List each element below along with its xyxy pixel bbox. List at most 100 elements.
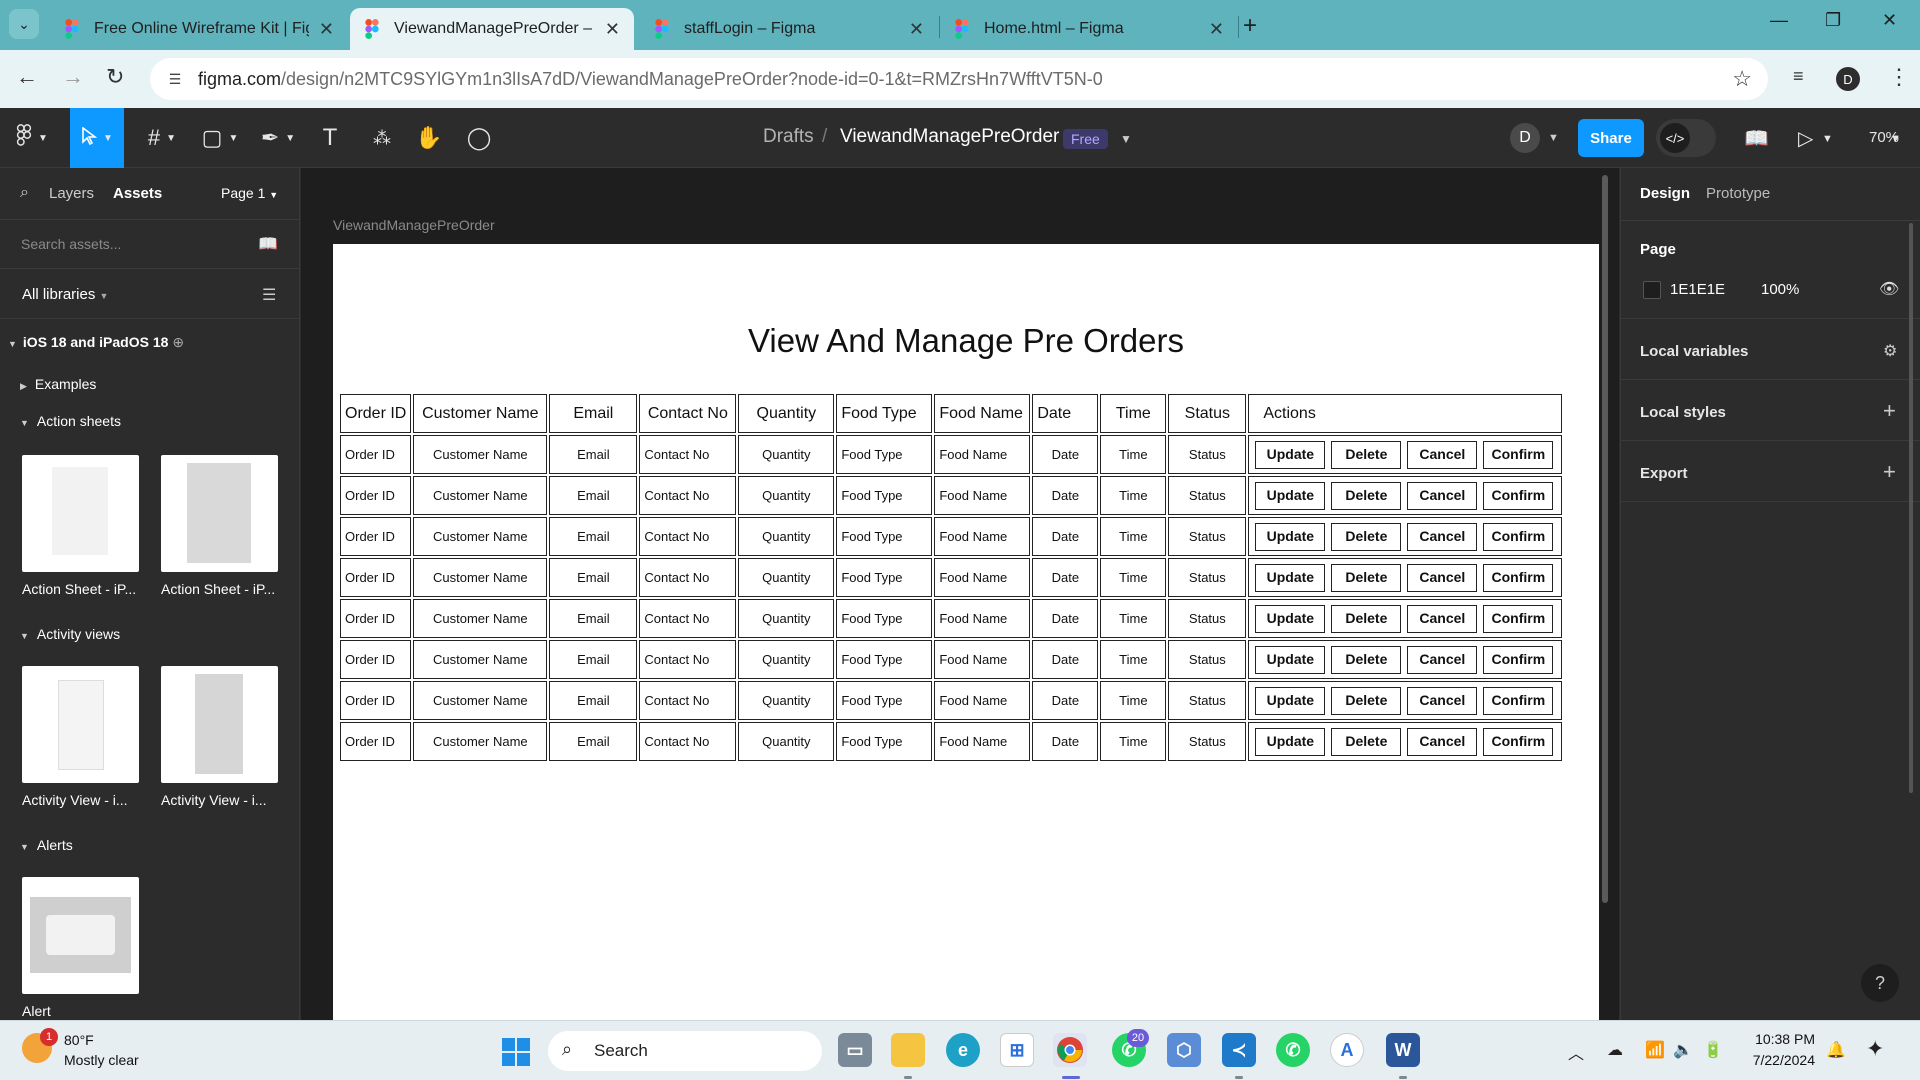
update-button[interactable]: Update (1255, 727, 1326, 756)
update-button[interactable]: Update (1255, 686, 1326, 715)
asset-thumbnail-action-sheet-2[interactable] (161, 455, 278, 572)
virtualbox-icon[interactable]: ⬡ (1167, 1033, 1201, 1067)
update-button[interactable]: Update (1255, 440, 1326, 469)
plus-icon[interactable]: + (1883, 459, 1896, 485)
browser-tab-viewandmanagepreorder[interactable]: ViewandManagePreOrder – Figm ✕ (350, 8, 634, 50)
weather-description[interactable]: Mostly clear (64, 1052, 139, 1068)
canvas-scrollbar[interactable] (1602, 175, 1608, 903)
confirm-button[interactable]: Confirm (1483, 686, 1554, 715)
chevron-down-icon[interactable]: ▼ (1548, 132, 1559, 144)
tab-assets[interactable]: Assets (113, 185, 162, 202)
task-view-icon[interactable]: ▭ (838, 1033, 872, 1067)
browser-tab-stafflogin[interactable]: staffLogin – Figma ✕ (640, 8, 938, 50)
library-book-icon[interactable]: 📖 (1744, 126, 1769, 151)
text-tool[interactable]: T (313, 108, 347, 168)
assets-search-input[interactable]: Search assets... (21, 236, 121, 252)
notification-bell-icon[interactable]: 🔔 (1826, 1040, 1846, 1060)
wifi-icon[interactable]: 📶 (1645, 1040, 1665, 1060)
edge-browser-icon[interactable]: e (946, 1033, 980, 1067)
frame-label[interactable]: ViewandManagePreOrder (333, 217, 495, 233)
close-icon[interactable]: ✕ (319, 19, 334, 40)
local-variables-heading[interactable]: Local variables (1640, 343, 1748, 360)
delete-button[interactable]: Delete (1331, 645, 1402, 674)
chevron-down-icon[interactable]: ▼ (1822, 133, 1833, 145)
update-button[interactable]: Update (1255, 481, 1326, 510)
whatsapp-business-icon[interactable]: ✆ (1276, 1033, 1310, 1067)
restore-icon[interactable]: ❐ (1825, 10, 1841, 31)
cancel-button[interactable]: Cancel (1407, 563, 1478, 592)
main-menu-button[interactable]: ▼ (8, 108, 56, 168)
export-heading[interactable]: Export (1640, 465, 1688, 482)
confirm-button[interactable]: Confirm (1483, 440, 1554, 469)
weather-temperature[interactable]: 80°F (64, 1032, 94, 1048)
confirm-button[interactable]: Confirm (1483, 727, 1554, 756)
confirm-button[interactable]: Confirm (1483, 481, 1554, 510)
page-selector[interactable]: Page 1 ▼ (221, 185, 278, 201)
section-alerts[interactable]: ▼ Alerts (20, 837, 73, 853)
design-frame[interactable]: View And Manage Pre Orders Order ID Custo… (333, 244, 1599, 1020)
shape-tool[interactable]: ▢ ▼ (196, 108, 244, 168)
tab-prototype[interactable]: Prototype (1706, 185, 1770, 202)
search-icon[interactable]: ⌕ (20, 184, 29, 202)
confirm-button[interactable]: Confirm (1483, 563, 1554, 592)
bookmark-star-icon[interactable]: ☆ (1732, 66, 1752, 92)
taskbar-search[interactable]: ⌕ Search (548, 1031, 822, 1071)
vscode-icon[interactable]: ≺ (1222, 1033, 1256, 1067)
cancel-button[interactable]: Cancel (1407, 645, 1478, 674)
tab-design[interactable]: Design (1640, 185, 1690, 202)
asset-thumbnail-action-sheet-1[interactable] (22, 455, 139, 572)
browser-tab-home[interactable]: Home.html – Figma ✕ (940, 8, 1238, 50)
microsoft-store-icon[interactable]: ⊞ (1000, 1033, 1034, 1067)
clock-date[interactable]: 7/22/2024 (1744, 1052, 1815, 1068)
site-info-icon[interactable]: ☰ (164, 68, 186, 90)
minimize-icon[interactable]: — (1770, 10, 1788, 31)
dev-mode-toggle[interactable]: </> (1656, 119, 1716, 157)
delete-button[interactable]: Delete (1331, 727, 1402, 756)
section-action-sheets[interactable]: ▼ Action sheets (20, 413, 121, 429)
chevron-up-icon[interactable]: ︿ (1568, 1040, 1584, 1064)
libraries-filter[interactable]: All libraries ▼ (22, 286, 108, 303)
url-bar[interactable]: ☰ figma.com /design/n2MTC9SYlGYm1n3lIsA7… (150, 58, 1768, 100)
library-title[interactable]: ▼ iOS 18 and iPadOS 18 ⊕ (8, 334, 184, 351)
confirm-button[interactable]: Confirm (1483, 645, 1554, 674)
asset-thumbnail-alert[interactable] (22, 877, 139, 994)
windows-start-icon[interactable] (502, 1038, 530, 1066)
hand-tool[interactable]: ✋ (412, 108, 446, 168)
panel-scrollbar[interactable] (1909, 223, 1913, 793)
browser-tab-wireframe-kit[interactable]: Free Online Wireframe Kit | Figm ✕ (50, 8, 348, 50)
update-button[interactable]: Update (1255, 645, 1326, 674)
media-controls-icon[interactable]: ≡ (1793, 66, 1804, 87)
plus-icon[interactable]: + (1883, 398, 1896, 424)
present-play-icon[interactable]: ▷ (1798, 126, 1813, 151)
reload-icon[interactable]: ↻ (106, 64, 124, 90)
sliders-icon[interactable]: ⚙ (1883, 341, 1897, 361)
tab-layers[interactable]: Layers (49, 185, 94, 202)
delete-button[interactable]: Delete (1331, 440, 1402, 469)
move-tool[interactable]: ▼ (70, 108, 124, 168)
cancel-button[interactable]: Cancel (1407, 440, 1478, 469)
cancel-button[interactable]: Cancel (1407, 727, 1478, 756)
battery-icon[interactable]: 🔋 (1703, 1040, 1723, 1060)
cancel-button[interactable]: Cancel (1407, 686, 1478, 715)
update-button[interactable]: Update (1255, 563, 1326, 592)
new-tab-button[interactable]: + (1243, 12, 1257, 40)
close-icon[interactable]: ✕ (1209, 19, 1224, 40)
clock-time[interactable]: 10:38 PM (1753, 1031, 1815, 1047)
update-button[interactable]: Update (1255, 604, 1326, 633)
pen-tool[interactable]: ✒ ▼ (254, 108, 302, 168)
tab-search-button[interactable]: ⌄ (9, 9, 39, 39)
word-icon[interactable]: W (1386, 1033, 1420, 1067)
confirm-button[interactable]: Confirm (1483, 604, 1554, 633)
page-color-swatch[interactable] (1643, 281, 1661, 299)
resources-tool[interactable]: ⁂ (365, 108, 399, 168)
update-button[interactable]: Update (1255, 522, 1326, 551)
back-arrow-icon[interactable]: ← (16, 64, 38, 90)
copilot-icon[interactable]: ✦ (1866, 1036, 1884, 1062)
window-close-icon[interactable]: ✕ (1882, 10, 1897, 31)
page-opacity[interactable]: 100% (1761, 281, 1799, 298)
onedrive-icon[interactable]: ☁ (1607, 1040, 1623, 1060)
delete-button[interactable]: Delete (1331, 481, 1402, 510)
delete-button[interactable]: Delete (1331, 604, 1402, 633)
delete-button[interactable]: Delete (1331, 686, 1402, 715)
close-icon[interactable]: ✕ (605, 19, 620, 40)
